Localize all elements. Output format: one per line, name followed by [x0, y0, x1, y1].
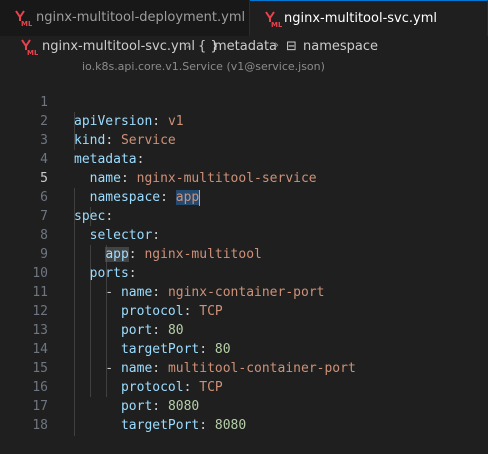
tab-label: nginx-multitool-deployment.yml — [36, 10, 246, 25]
svg-text:ML: ML — [21, 20, 32, 27]
breadcrumb-separator: › — [274, 38, 280, 53]
code-line: 3 metadata: — [0, 112, 488, 167]
schema-hint[interactable]: io.k8s.api.core.v1.Service (v1@service.j… — [82, 60, 325, 73]
code-line: 16 port: 8080 — [0, 359, 488, 414]
code-editor[interactable]: 1 apiVersion: v1 2 kind: Service 3 metad… — [0, 74, 488, 436]
yaml-number: 8080 — [214, 418, 247, 433]
yaml-file-icon: ML — [21, 39, 38, 55]
tab-label: nginx-multitool-svc.yml — [284, 11, 437, 26]
code-line: 4 name: nginx-multitool-service — [0, 131, 488, 186]
yaml-key: targetPort — [120, 418, 200, 433]
yaml-file-icon: ML — [15, 10, 32, 27]
code-line: 6 spec: — [0, 169, 488, 224]
code-line-active: 5 namespace: app — [0, 150, 488, 206]
field-icon: ⊟ — [286, 39, 297, 54]
code-line: 1 apiVersion: v1 — [0, 74, 488, 129]
code-line: 18 — [0, 397, 488, 433]
breadcrumb-file[interactable]: nginx-multitool-svc.yml — [42, 39, 195, 54]
code-line: 11 protocol: TCP — [0, 264, 488, 319]
code-line: 17 targetPort: 8080 — [0, 378, 488, 433]
line-number: 18 — [32, 418, 48, 433]
breadcrumb: ML nginx-multitool-svc.yml › { } metadat… — [0, 36, 488, 58]
breadcrumb-namespace[interactable]: namespace — [303, 39, 378, 54]
code-line: 15 protocol: TCP — [0, 340, 488, 395]
svg-text:ML: ML — [27, 49, 38, 55]
svg-text:ML: ML — [271, 21, 282, 28]
yaml-file-icon: ML — [265, 11, 282, 28]
code-line: 8 app: nginx-multitool — [0, 207, 488, 262]
code-line: 2 kind: Service — [0, 93, 488, 148]
code-line: 10 - name: nginx-container-port — [0, 245, 488, 300]
tab-svc-yml[interactable]: ML nginx-multitool-svc.yml — [250, 0, 488, 36]
breadcrumb-separator: › — [186, 38, 192, 53]
tab-deployment-yml[interactable]: ML nginx-multitool-deployment.yml — [0, 0, 250, 36]
code-line: 12 port: 80 — [0, 283, 488, 338]
code-line: 14 - name: multitool-container-port — [0, 321, 488, 376]
breadcrumb-metadata[interactable]: metadata — [214, 39, 277, 54]
tab-bar: ML nginx-multitool-deployment.yml ML ngi… — [0, 0, 488, 36]
code-line: 9 ports: — [0, 226, 488, 281]
code-line: 7 selector: — [0, 188, 488, 243]
code-line: 13 targetPort: 80 — [0, 302, 488, 357]
